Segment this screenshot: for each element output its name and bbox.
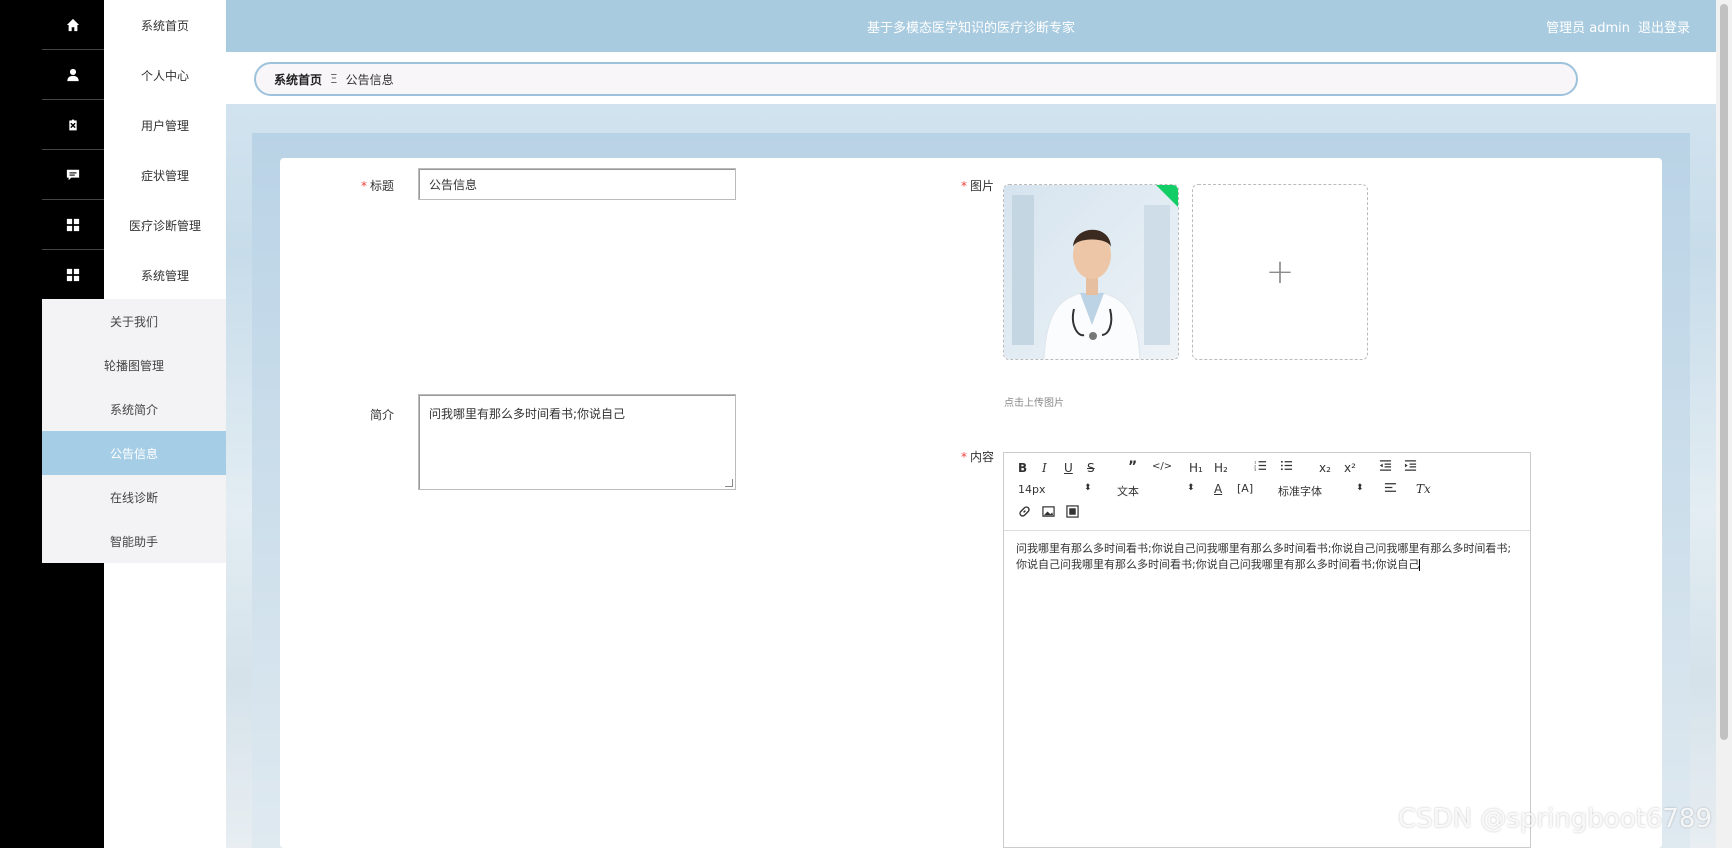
code-block-icon[interactable]: </> [1152, 461, 1172, 472]
upload-success-mark [1155, 185, 1178, 208]
svg-text:3: 3 [1254, 468, 1257, 472]
plus-icon: + [1265, 252, 1295, 292]
submenu-item-assistant[interactable]: 智能助手 [42, 519, 226, 563]
upload-trigger[interactable]: + [1192, 184, 1368, 360]
bold-icon[interactable]: B [1018, 461, 1027, 475]
user-icon[interactable] [42, 50, 104, 100]
header2-icon[interactable]: H₂ [1214, 461, 1228, 475]
form-card: *标题 简介 问我哪里有那么多时间看书;你说自己 *图片 [280, 158, 1662, 848]
submenu-item-about[interactable]: 关于我们 [42, 299, 226, 343]
text-caret [1419, 559, 1421, 571]
system-submenu: 关于我们 轮播图管理 系统简介 公告信息 在线诊断 智能助手 [42, 299, 226, 563]
rich-text-editor[interactable]: B I U S ” </> H₁ H₂ 123 x₂ x² 14px ⬍ 文本 … [1003, 452, 1531, 848]
editor-content[interactable]: 问我哪里有那么多时间看书;你说自己问我哪里有那么多时间看书;你说自己问我哪里有那… [1016, 541, 1518, 573]
resize-handle[interactable] [725, 479, 733, 487]
clear-format-icon[interactable]: Tx [1416, 482, 1431, 496]
scrollbar-thumb[interactable] [1720, 4, 1728, 740]
intro-textarea[interactable]: 问我哪里有那么多时间看书;你说自己 [418, 394, 736, 490]
submenu-item-notice[interactable]: 公告信息 [42, 431, 226, 475]
user-label: 管理员 admin [1546, 21, 1630, 36]
submenu-item-intro[interactable]: 系统简介 [42, 387, 226, 431]
watermark: CSDN @springboot6789 [1397, 804, 1712, 834]
breadcrumb-home[interactable]: 系统首页 [274, 71, 322, 88]
uploaded-image[interactable] [1003, 184, 1179, 360]
grid-icon[interactable] [42, 250, 104, 300]
content-text: 问我哪里有那么多时间看书;你说自己问我哪里有那么多时间看书;你说自己问我哪里有那… [1016, 542, 1512, 571]
header-select[interactable]: 文本 [1117, 483, 1139, 499]
sidebar-item-system[interactable]: 系统管理 [104, 250, 226, 300]
breadcrumb-current: 公告信息 [345, 72, 394, 87]
submenu-item-online-diagnosis[interactable]: 在线诊断 [42, 475, 226, 519]
logout-link[interactable]: 退出登录 [1638, 21, 1690, 36]
image-label: * 图片 [960, 179, 994, 193]
submenu-item-carousel[interactable]: 轮播图管理 [42, 343, 226, 387]
user-area: 管理员 admin 退出登录 [1538, 17, 1690, 36]
home-icon[interactable] [42, 0, 104, 50]
font-family-select-arrow: ⬍ [1356, 483, 1364, 493]
main-content: 基于多模态医学知识的医疗诊断专家 管理员 admin 退出登录 系统首页 Ξ 公告… [226, 0, 1716, 848]
bullet-list-icon[interactable] [1280, 459, 1293, 475]
blockquote-icon[interactable]: ” [1128, 459, 1137, 475]
intro-text: 问我哪里有那么多时间看书;你说自己 [429, 407, 626, 421]
font-family-select[interactable]: 标准字体 [1278, 483, 1322, 499]
strike-icon[interactable]: S [1087, 461, 1095, 475]
subscript-icon[interactable]: x₂ [1319, 461, 1331, 475]
grid-icon[interactable] [42, 200, 104, 250]
header-select-arrow: ⬍ [1187, 483, 1195, 493]
breadcrumb: 系统首页 Ξ 公告信息 [254, 62, 1578, 96]
chat-icon[interactable] [42, 150, 104, 200]
sidebar-item-symptoms[interactable]: 症状管理 [104, 150, 226, 200]
intro-label: 简介 [369, 408, 394, 422]
page-scrollbar[interactable] [1716, 0, 1732, 848]
sidebar-item-home[interactable]: 系统首页 [104, 0, 226, 50]
font-color-icon[interactable]: A [1214, 482, 1222, 496]
image-icon[interactable] [1042, 505, 1055, 521]
underline-icon[interactable]: U [1064, 461, 1073, 475]
font-size-select-arrow: ⬍ [1084, 483, 1092, 493]
upload-tip: 点击上传图片 [1004, 398, 1064, 409]
indent-icon[interactable] [1404, 459, 1417, 475]
italic-icon[interactable]: I [1042, 461, 1047, 475]
top-header: 基于多模态医学知识的医疗诊断专家 管理员 admin 退出登录 [226, 0, 1716, 52]
clipboard-icon[interactable] [42, 100, 104, 150]
link-icon[interactable] [1018, 505, 1031, 521]
video-icon[interactable] [1066, 505, 1079, 521]
breadcrumb-separator: Ξ [330, 72, 338, 86]
font-size-select[interactable]: 14px [1018, 483, 1046, 496]
app-title: 基于多模态医学知识的医疗诊断专家 [866, 21, 1075, 36]
editor-toolbar: B I U S ” </> H₁ H₂ 123 x₂ x² 14px ⬍ 文本 … [1004, 453, 1530, 531]
sidebar-item-users[interactable]: 用户管理 [104, 100, 226, 150]
background-color-icon[interactable]: [A] [1237, 482, 1253, 495]
ordered-list-icon[interactable]: 123 [1254, 459, 1267, 475]
align-icon[interactable] [1384, 481, 1397, 497]
sidebar-item-diagnosis[interactable]: 医疗诊断管理 [104, 200, 226, 250]
title-input[interactable] [418, 168, 736, 200]
title-label: * 标题 [360, 179, 394, 193]
superscript-icon[interactable]: x² [1344, 461, 1356, 475]
breadcrumb-band: 系统首页 Ξ 公告信息 [226, 52, 1716, 104]
header1-icon[interactable]: H₁ [1189, 461, 1203, 475]
content-label: * 内容 [960, 450, 994, 464]
outdent-icon[interactable] [1379, 459, 1392, 475]
sidebar-item-profile[interactable]: 个人中心 [104, 50, 226, 100]
doctor-photo [1004, 185, 1178, 359]
